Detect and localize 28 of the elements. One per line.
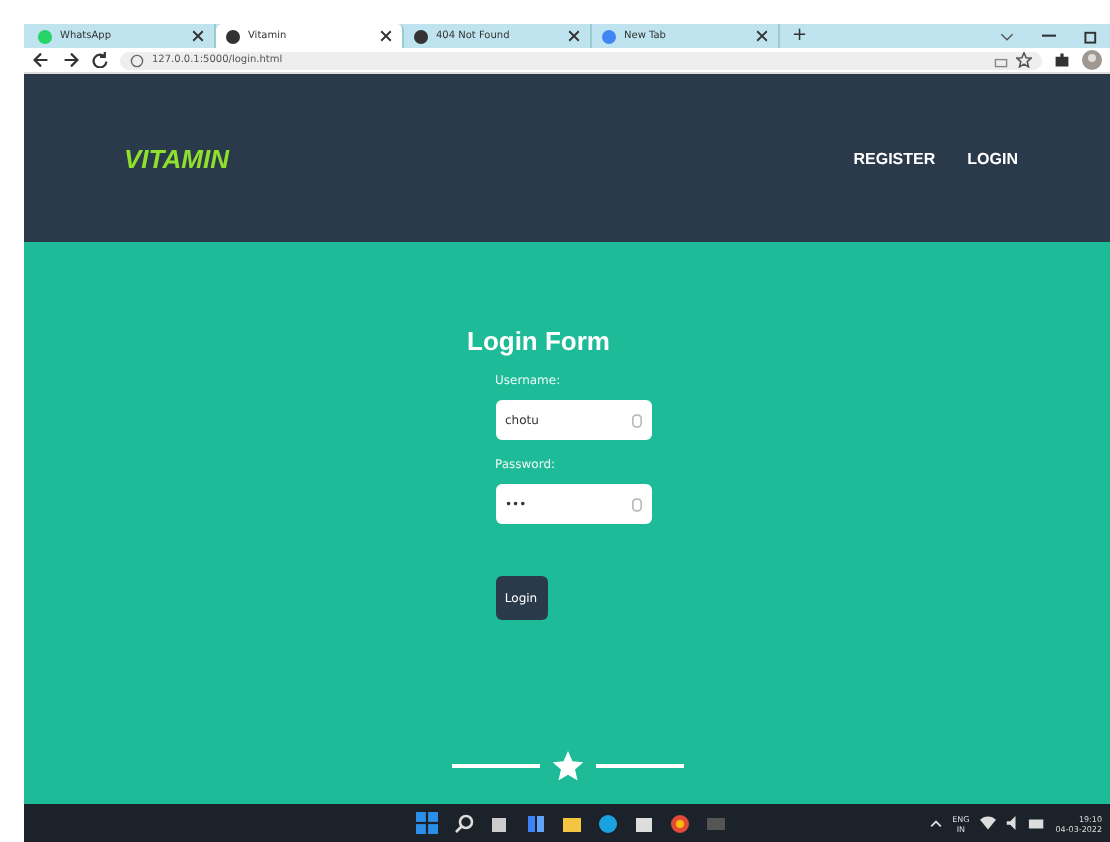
form-title: Login Form — [467, 326, 610, 356]
brand-logo[interactable]: VITAMIN — [124, 143, 229, 173]
close-icon[interactable] — [568, 30, 580, 42]
chevron-icon[interactable] — [1000, 31, 1014, 41]
close-icon[interactable] — [756, 30, 768, 42]
windows-icon[interactable] — [416, 812, 438, 834]
new-tab-button[interactable]: + — [792, 26, 808, 46]
minimize-icon[interactable] — [1042, 34, 1056, 38]
close-icon[interactable] — [380, 30, 392, 42]
battery-icon[interactable] — [1027, 817, 1046, 829]
restore-icon[interactable] — [1084, 29, 1098, 43]
info-icon — [130, 53, 144, 67]
site-icon — [226, 29, 240, 43]
site-icon — [602, 29, 616, 43]
reload-icon[interactable] — [92, 52, 108, 68]
close-icon[interactable] — [192, 30, 204, 42]
forward-icon[interactable] — [62, 52, 80, 68]
avatar-icon[interactable] — [1082, 50, 1102, 70]
back-icon[interactable] — [32, 52, 50, 68]
search-icon[interactable] — [454, 813, 474, 833]
nav-link[interactable]: REGISTER — [853, 149, 936, 167]
nav-link[interactable]: LOGIN — [967, 149, 1018, 167]
wifi-icon[interactable] — [979, 816, 996, 830]
site-icon — [414, 29, 428, 43]
speaker-icon[interactable] — [1005, 816, 1018, 830]
star-icon — [551, 750, 583, 782]
site-icon — [38, 29, 52, 43]
star-icon[interactable] — [1016, 52, 1032, 68]
